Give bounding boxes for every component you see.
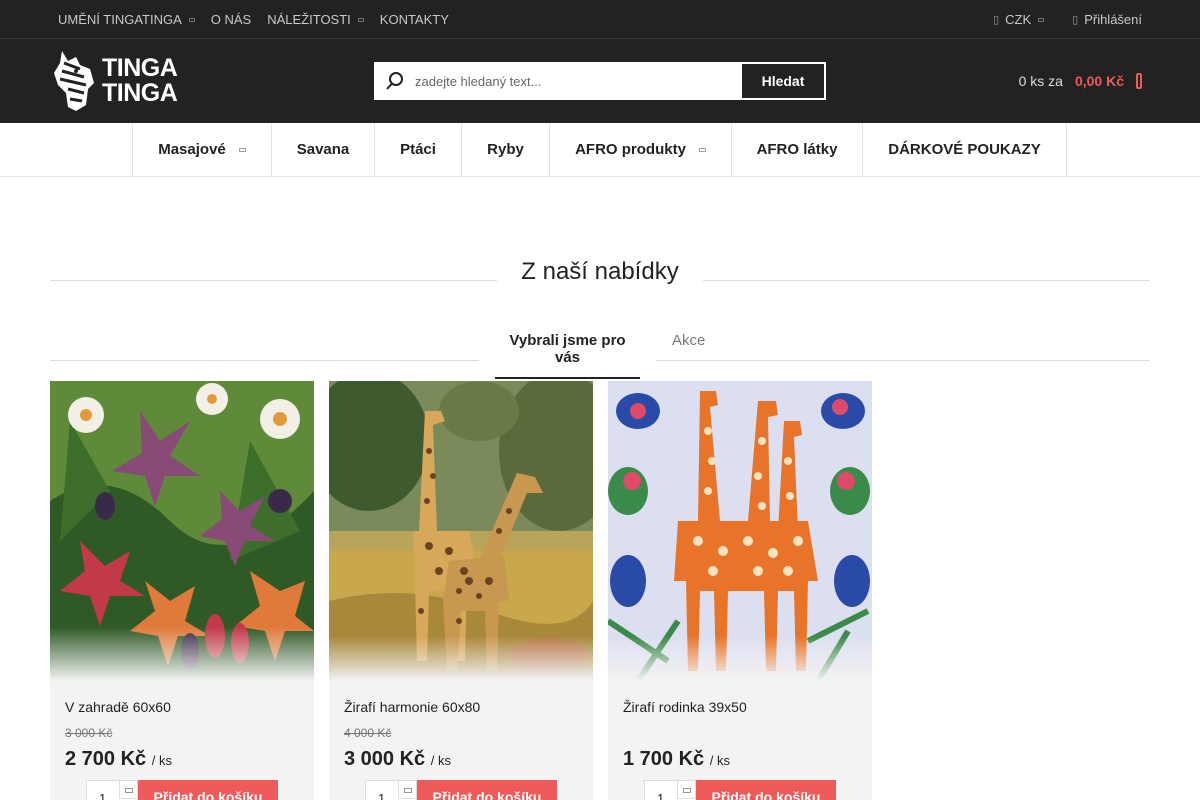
- top-nav: UMĚNÍ TINGATINGA O NÁS NÁLEŽITOSTI KONTA…: [58, 0, 465, 38]
- product-name[interactable]: Žirafí rodinka 39x50: [623, 699, 747, 715]
- product-image[interactable]: [329, 381, 593, 681]
- category-ryby[interactable]: Ryby: [462, 123, 550, 176]
- divider: [656, 360, 1150, 361]
- user-icon: ▯: [1072, 13, 1079, 26]
- add-to-cart-button[interactable]: Přidat do košíku: [138, 780, 278, 800]
- category-ptaci[interactable]: Ptáci: [375, 123, 462, 176]
- increment-icon[interactable]: [677, 781, 695, 799]
- currency-icon: ▯: [993, 13, 1000, 26]
- section-title: Z naší nabídky: [521, 258, 679, 285]
- logo-text: TINGA TINGA: [102, 54, 178, 107]
- product-card[interactable]: Žirafí harmonie 60x80 4 000 Kč 3 000 Kč …: [329, 381, 593, 800]
- top-nav-kontakty[interactable]: KONTAKTY: [380, 12, 449, 27]
- quantity-stepper[interactable]: 1: [365, 780, 417, 800]
- quantity-stepper[interactable]: 1: [644, 780, 696, 800]
- product-card[interactable]: V zahradě 60x60 3 000 Kč 2 700 Kč / ks 1…: [50, 381, 314, 800]
- chevron-down-icon: [1038, 18, 1045, 22]
- quantity-stepper[interactable]: 1: [86, 780, 138, 800]
- add-to-cart-button[interactable]: Přidat do košíku: [696, 780, 836, 800]
- category-afro-latky[interactable]: AFRO látky: [732, 123, 863, 176]
- top-nav-nalezitosti[interactable]: NÁLEŽITOSTI: [267, 12, 364, 27]
- product-card[interactable]: Žirafí rodinka 39x50 1 700 Kč / ks 1 Při…: [608, 381, 872, 800]
- divider: [50, 360, 479, 361]
- top-nav-umeni-tingatinga[interactable]: UMĚNÍ TINGATINGA: [58, 12, 195, 27]
- top-right: ▯ CZK ▯ Přihlášení: [965, 0, 1142, 38]
- product-price: 3 000 Kč / ks: [344, 748, 451, 770]
- chevron-down-icon: [698, 147, 706, 152]
- category-darkove-poukazy[interactable]: DÁRKOVÉ POUKAZY: [863, 123, 1067, 176]
- product-old-price: 3 000 Kč: [65, 726, 113, 740]
- product-image[interactable]: [608, 381, 872, 681]
- cart-summary[interactable]: 0 ks za 0,00 Kč: [1019, 62, 1142, 100]
- top-bar: UMĚNÍ TINGATINGA O NÁS NÁLEŽITOSTI KONTA…: [0, 0, 1200, 39]
- search-input[interactable]: [415, 63, 741, 99]
- category-nav: Masajové Savana Ptáci Ryby AFRO produkty…: [0, 123, 1200, 177]
- cart-count: 0 ks za: [1018, 73, 1063, 89]
- category-masajove[interactable]: Masajové: [133, 123, 272, 176]
- cart-icon: [1136, 73, 1142, 89]
- increment-icon[interactable]: [398, 781, 416, 799]
- product-old-price: 4 000 Kč: [344, 726, 392, 740]
- chevron-down-icon: [357, 18, 364, 22]
- tab-vybrali-jsme-pro-vas[interactable]: Vybrali jsme pro vás: [495, 332, 640, 379]
- header: TINGA TINGA Hledat 0 ks za 0,00 Kč: [0, 39, 1200, 123]
- chevron-down-icon: [188, 18, 195, 22]
- search-icon: [375, 63, 415, 99]
- search-button[interactable]: Hledat: [741, 63, 825, 99]
- product-price: 1 700 Kč / ks: [623, 748, 730, 770]
- increment-icon[interactable]: [119, 781, 137, 799]
- category-savana[interactable]: Savana: [272, 123, 375, 176]
- product-name[interactable]: V zahradě 60x60: [65, 699, 171, 715]
- product-price: 2 700 Kč / ks: [65, 748, 172, 770]
- product-name[interactable]: Žirafí harmonie 60x80: [344, 699, 480, 715]
- product-image[interactable]: [50, 381, 314, 681]
- cart-price: 0,00 Kč: [1074, 73, 1124, 89]
- category-afro-produkty[interactable]: AFRO produkty: [550, 123, 732, 176]
- zebra-logo-icon: [54, 51, 94, 111]
- search-bar: Hledat: [374, 62, 826, 100]
- logo[interactable]: TINGA TINGA: [50, 49, 178, 113]
- currency-selector[interactable]: ▯ CZK: [993, 12, 1045, 27]
- add-to-cart-button[interactable]: Přidat do košíku: [417, 780, 557, 800]
- tab-akce[interactable]: Akce: [672, 332, 705, 349]
- chevron-down-icon: [238, 147, 246, 152]
- login-link[interactable]: ▯ Přihlášení: [1072, 12, 1142, 27]
- top-nav-o-nas[interactable]: O NÁS: [211, 12, 251, 27]
